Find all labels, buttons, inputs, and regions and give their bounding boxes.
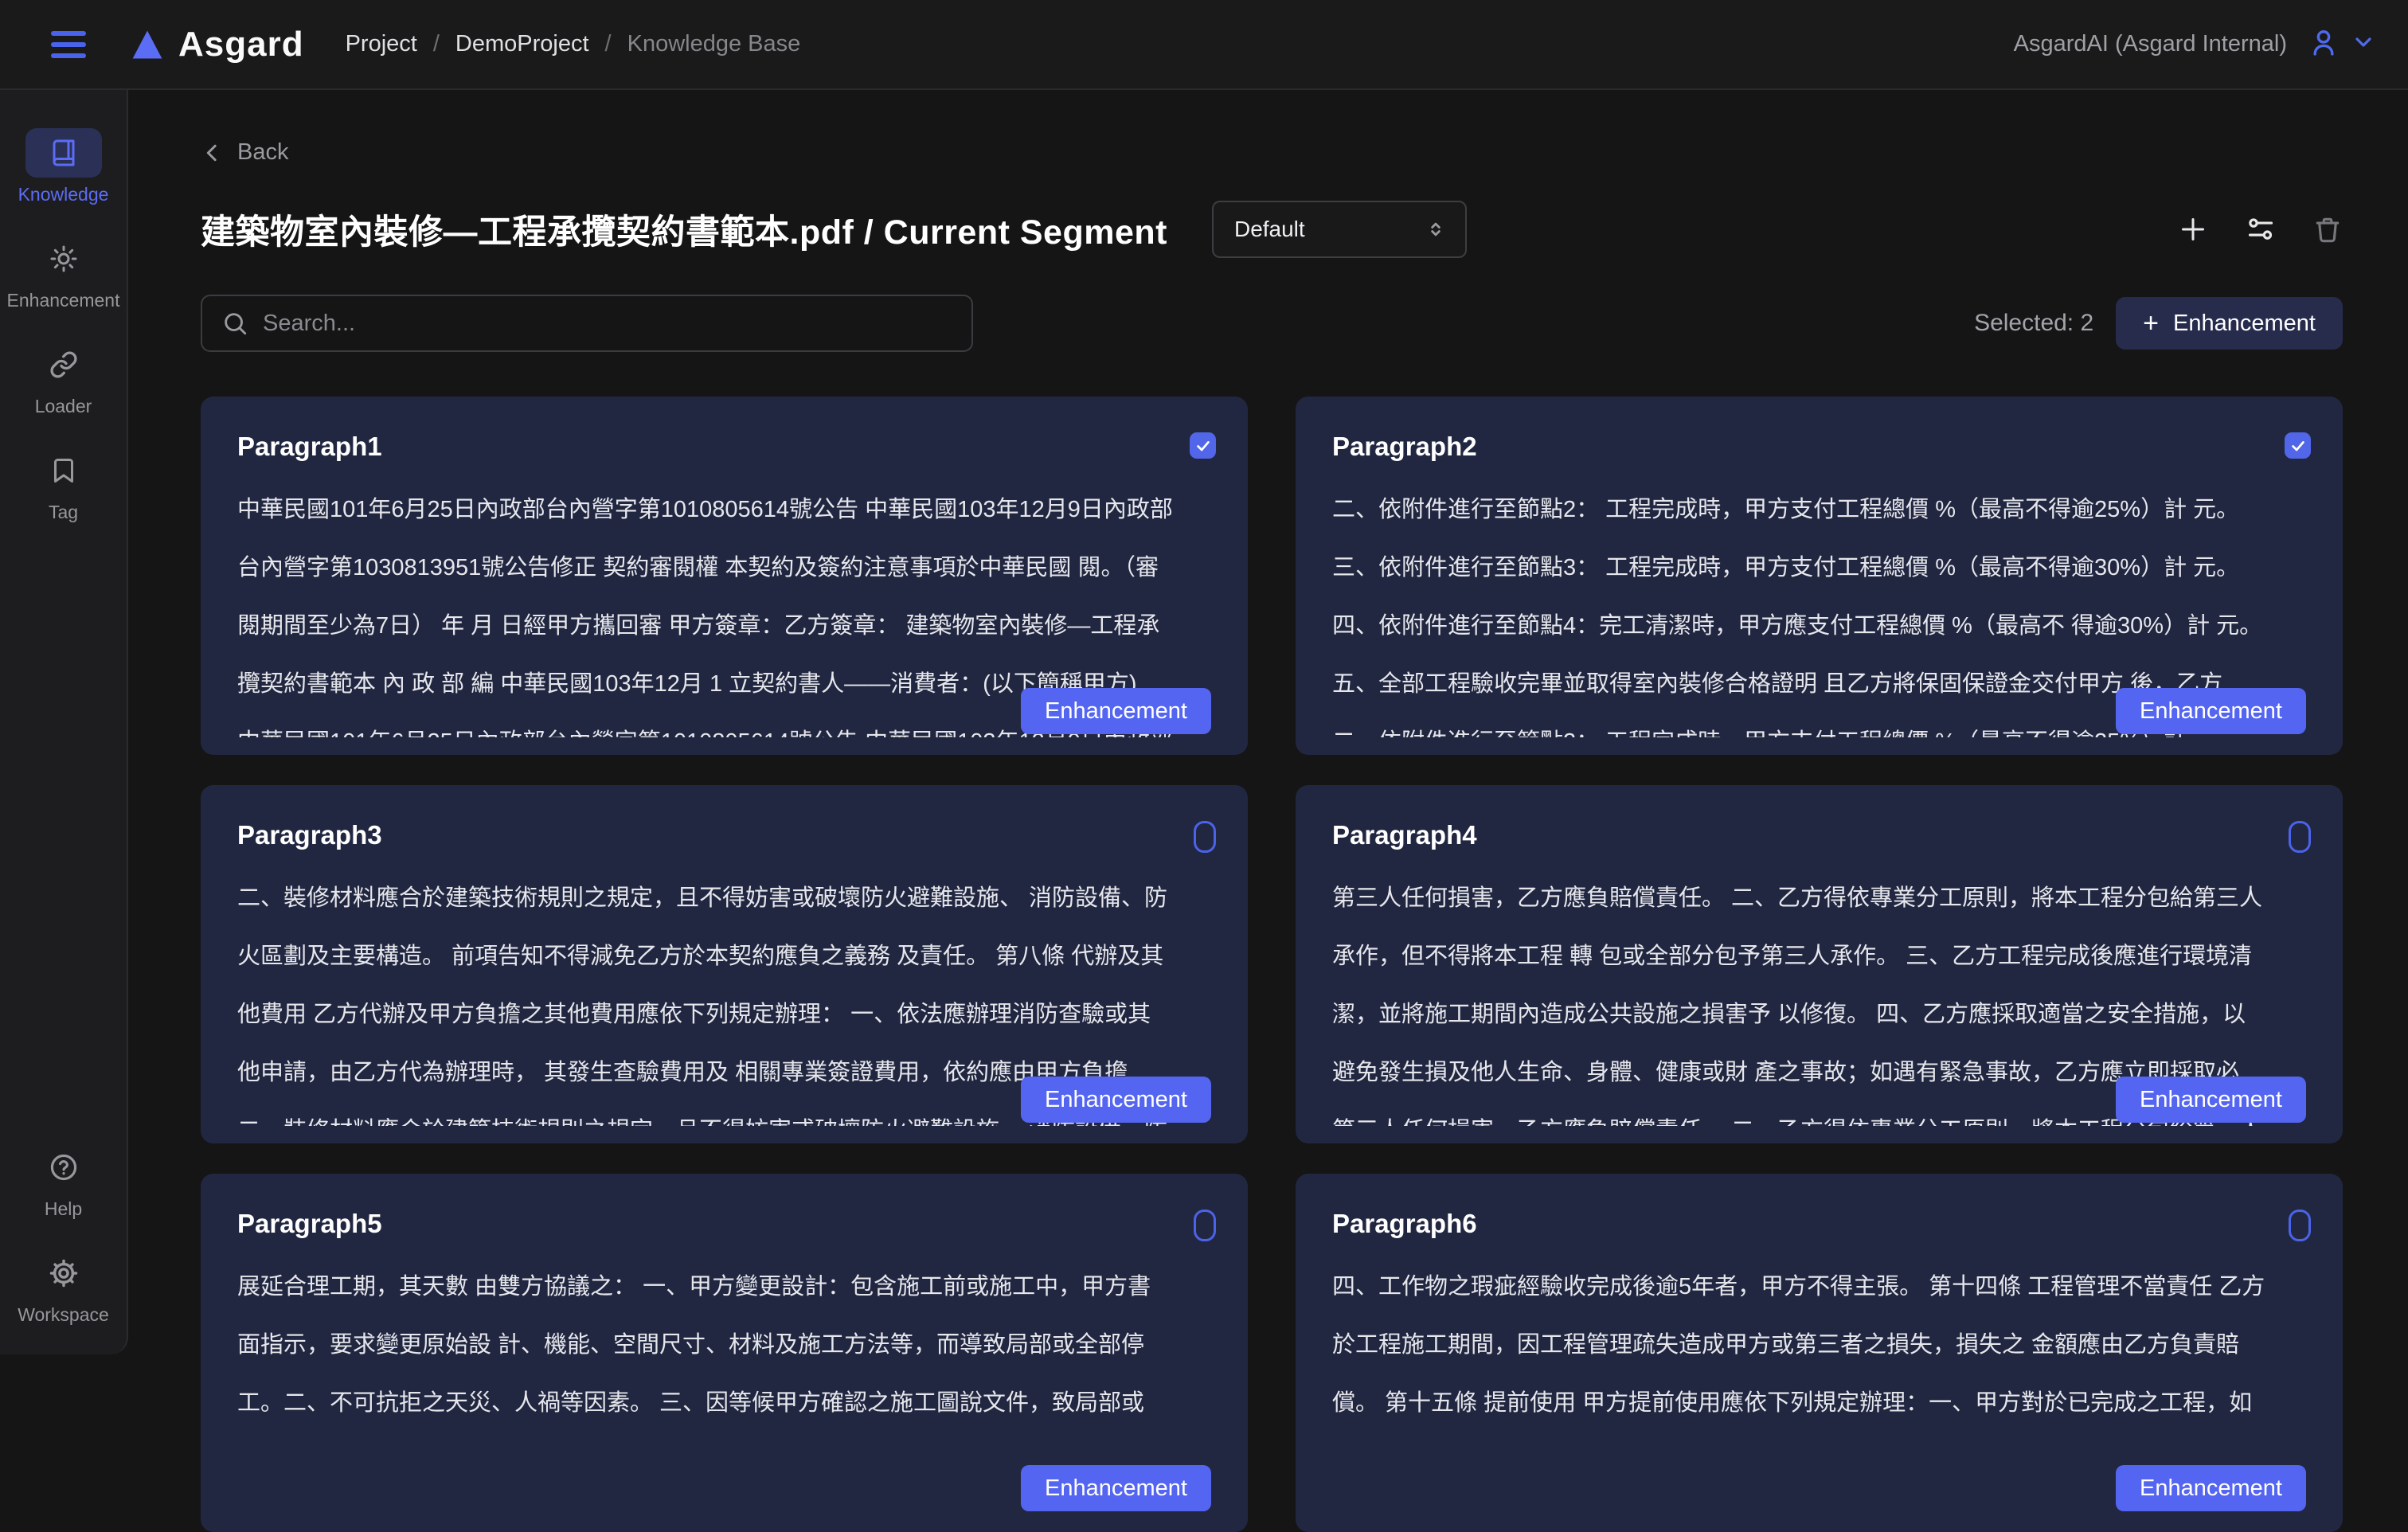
- search-icon: [221, 310, 248, 337]
- settings-sliders-button[interactable]: [2246, 214, 2276, 244]
- link-icon: [25, 340, 102, 389]
- add-enhancement-label: Enhancement: [2173, 311, 2316, 337]
- enhancement-button[interactable]: Enhancement: [2116, 1465, 2306, 1511]
- search-input[interactable]: [263, 311, 952, 337]
- sidebar-item-label: Workspace: [18, 1304, 109, 1326]
- enhancement-button[interactable]: Enhancement: [1021, 1465, 1211, 1511]
- card-title: Paragraph5: [237, 1209, 1211, 1239]
- card-checkbox[interactable]: [1194, 821, 1216, 853]
- card-checkbox[interactable]: [2289, 821, 2311, 853]
- sidebar-item-workspace[interactable]: Workspace: [0, 1249, 127, 1326]
- breadcrumb-knowledge-base: Knowledge Base: [627, 31, 801, 57]
- breadcrumb-separator: /: [433, 31, 440, 57]
- breadcrumb-demoproject[interactable]: DemoProject: [455, 31, 589, 57]
- search-box: [201, 295, 973, 352]
- check-icon: [2289, 437, 2307, 455]
- check-icon: [1194, 437, 1212, 455]
- sidebar-item-label: Help: [45, 1198, 82, 1220]
- account-chevron-down-icon[interactable]: [2351, 29, 2376, 59]
- hamburger-menu-icon[interactable]: [51, 29, 88, 61]
- main-content: Back 建築物室內裝修—工程承攬契約書範本.pdf / Current Seg…: [128, 90, 2408, 1365]
- sidebar-item-label: Knowledge: [18, 184, 109, 205]
- enhancement-button[interactable]: Enhancement: [2116, 688, 2306, 734]
- book-icon: [25, 128, 102, 178]
- app-logo: Asgard: [131, 25, 304, 64]
- card-checkbox[interactable]: [2285, 432, 2311, 459]
- back-label: Back: [237, 139, 288, 166]
- paragraph-card: Paragraph6 四、工作物之瑕疵經驗收完成後逾5年者，甲方不得主張。 第十…: [1296, 1174, 2343, 1532]
- user-avatar-icon[interactable]: [2308, 26, 2340, 62]
- paragraph-cards-grid: Paragraph1 中華民國101年6月25日內政部台內營字第10108056…: [201, 397, 2343, 1532]
- help-circle-icon: [25, 1143, 102, 1192]
- account-label: AsgardAI (Asgard Internal): [2014, 31, 2287, 57]
- sidebar-item-knowledge[interactable]: Knowledge: [0, 128, 127, 205]
- card-checkbox[interactable]: [1194, 1210, 1216, 1241]
- add-segment-button[interactable]: [2177, 213, 2209, 245]
- triangle-logo-icon: [131, 28, 164, 61]
- breadcrumb: Project / DemoProject / Knowledge Base: [346, 31, 801, 57]
- paragraph-card: Paragraph3 二、裝修材料應合於建築技術規則之規定，且不得妨害或破壞防火…: [201, 785, 1248, 1143]
- paragraph-card: Paragraph5 展延合理工期，其天數 由雙方協議之： 一、甲方變更設計：包…: [201, 1174, 1248, 1532]
- breadcrumb-separator: /: [605, 31, 612, 57]
- plus-glyph: +: [2143, 308, 2159, 339]
- breadcrumb-project[interactable]: Project: [346, 31, 417, 57]
- select-updown-icon: [1424, 217, 1448, 241]
- card-title: Paragraph1: [237, 432, 1211, 462]
- delete-button[interactable]: [2312, 214, 2343, 244]
- selected-count-label: Selected: 2: [1974, 310, 2093, 337]
- sliders-icon: [2246, 214, 2276, 244]
- card-title: Paragraph3: [237, 820, 1211, 850]
- segment-select[interactable]: Default: [1212, 201, 1467, 258]
- enhancement-button[interactable]: Enhancement: [1021, 1077, 1211, 1123]
- bookmark-icon: [25, 446, 102, 495]
- paragraph-card: Paragraph4 第三人任何損害，乙方應負賠償責任。 二、乙方得依專業分工原…: [1296, 785, 2343, 1143]
- sidebar-item-loader[interactable]: Loader: [0, 340, 127, 417]
- paragraph-card: Paragraph1 中華民國101年6月25日內政部台內營字第10108056…: [201, 397, 1248, 755]
- add-enhancement-button[interactable]: + Enhancement: [2116, 297, 2343, 350]
- chevron-left-icon: [201, 141, 225, 165]
- sidebar: Knowledge Enhancement Loader Tag Help W: [0, 90, 128, 1354]
- enhancement-button[interactable]: Enhancement: [1021, 688, 1211, 734]
- sidebar-item-tag[interactable]: Tag: [0, 446, 127, 523]
- gear-icon: [25, 1249, 102, 1298]
- logo-text: Asgard: [178, 25, 304, 64]
- back-button[interactable]: Back: [201, 139, 288, 166]
- sidebar-item-help[interactable]: Help: [0, 1143, 127, 1220]
- sidebar-item-label: Enhancement: [7, 290, 120, 311]
- app-header: Asgard Project / DemoProject / Knowledge…: [0, 0, 2408, 90]
- sidebar-item-label: Tag: [49, 502, 78, 523]
- card-title: Paragraph6: [1332, 1209, 2306, 1239]
- card-checkbox[interactable]: [1190, 432, 1216, 459]
- card-title: Paragraph2: [1332, 432, 2306, 462]
- card-checkbox[interactable]: [2289, 1210, 2311, 1241]
- plus-icon: [2177, 213, 2209, 245]
- sidebar-item-label: Loader: [35, 396, 92, 417]
- sun-icon: [25, 234, 102, 283]
- card-title: Paragraph4: [1332, 820, 2306, 850]
- sidebar-item-enhancement[interactable]: Enhancement: [0, 234, 127, 311]
- segment-select-value: Default: [1234, 217, 1305, 242]
- trash-icon: [2312, 214, 2343, 244]
- enhancement-button[interactable]: Enhancement: [2116, 1077, 2306, 1123]
- page-title: 建築物室內裝修—工程承攬契約書範本.pdf / Current Segment: [201, 205, 1167, 254]
- paragraph-card: Paragraph2 二、依附件進行至節點2： 工程完成時，甲方支付工程總價 %…: [1296, 397, 2343, 755]
